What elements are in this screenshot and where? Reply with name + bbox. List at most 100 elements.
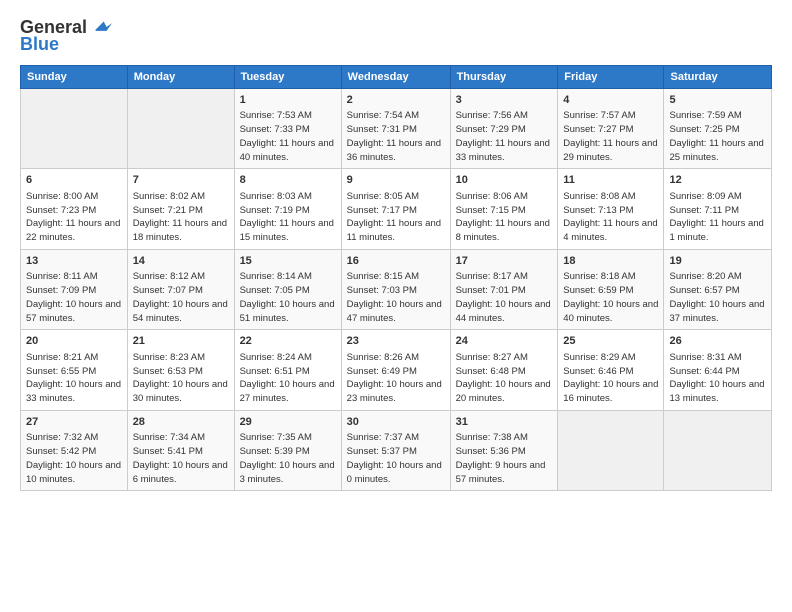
calendar-cell: 24Sunrise: 8:27 AMSunset: 6:48 PMDayligh… — [450, 330, 558, 410]
day-info: Sunrise: 8:02 AMSunset: 7:21 PMDaylight:… — [133, 190, 229, 245]
day-number: 2 — [347, 93, 445, 108]
day-number: 20 — [26, 334, 122, 349]
day-number: 4 — [563, 93, 658, 108]
weekday-header-friday: Friday — [558, 66, 664, 89]
day-number: 30 — [347, 415, 445, 430]
calendar-cell: 30Sunrise: 7:37 AMSunset: 5:37 PMDayligh… — [341, 410, 450, 490]
calendar-cell: 13Sunrise: 8:11 AMSunset: 7:09 PMDayligh… — [21, 249, 128, 329]
day-info: Sunrise: 8:08 AMSunset: 7:13 PMDaylight:… — [563, 190, 658, 245]
logo: General Blue — [20, 16, 112, 55]
day-number: 3 — [456, 93, 553, 108]
week-row-5: 27Sunrise: 7:32 AMSunset: 5:42 PMDayligh… — [21, 410, 772, 490]
day-number: 19 — [669, 254, 766, 269]
day-info: Sunrise: 8:06 AMSunset: 7:15 PMDaylight:… — [456, 190, 553, 245]
day-info: Sunrise: 7:34 AMSunset: 5:41 PMDaylight:… — [133, 431, 229, 486]
day-info: Sunrise: 8:09 AMSunset: 7:11 PMDaylight:… — [669, 190, 766, 245]
calendar-cell: 11 Sunrise: 8:08 AMSunset: 7:13 PMDayligh… — [558, 169, 664, 249]
day-info: Sunrise: 8:26 AMSunset: 6:49 PMDaylight:… — [347, 351, 445, 406]
calendar-table: SundayMondayTuesdayWednesdayThursdayFrid… — [20, 65, 772, 491]
day-info: Sunrise: 7:32 AMSunset: 5:42 PMDaylight:… — [26, 431, 122, 486]
calendar-cell: 16Sunrise: 8:15 AMSunset: 7:03 PMDayligh… — [341, 249, 450, 329]
day-info: Sunrise: 8:18 AMSunset: 6:59 PMDaylight:… — [563, 270, 658, 325]
day-number: 6 — [26, 173, 122, 188]
day-number: 29 — [240, 415, 336, 430]
day-info: Sunrise: 8:23 AMSunset: 6:53 PMDaylight:… — [133, 351, 229, 406]
day-info: Sunrise: 7:38 AMSunset: 5:36 PMDaylight:… — [456, 431, 553, 486]
day-info: Sunrise: 7:59 AMSunset: 7:25 PMDaylight:… — [669, 109, 766, 164]
calendar-cell: 3Sunrise: 7:56 AMSunset: 7:29 PMDaylight… — [450, 89, 558, 169]
calendar-cell: 12 Sunrise: 8:09 AMSunset: 7:11 PMDayligh… — [664, 169, 772, 249]
week-row-3: 13Sunrise: 8:11 AMSunset: 7:09 PMDayligh… — [21, 249, 772, 329]
day-number: 12 — [669, 173, 766, 188]
calendar-cell: 19Sunrise: 8:20 AMSunset: 6:57 PMDayligh… — [664, 249, 772, 329]
header: General Blue — [20, 16, 772, 55]
day-number: 18 — [563, 254, 658, 269]
day-info: Sunrise: 7:53 AMSunset: 7:33 PMDaylight:… — [240, 109, 336, 164]
day-number: 11 — [563, 173, 658, 188]
day-info: Sunrise: 8:12 AMSunset: 7:07 PMDaylight:… — [133, 270, 229, 325]
week-row-2: 6 Sunrise: 8:00 AMSunset: 7:23 PMDaylight… — [21, 169, 772, 249]
calendar-cell: 7 Sunrise: 8:02 AMSunset: 7:21 PMDaylight… — [127, 169, 234, 249]
weekday-header-sunday: Sunday — [21, 66, 128, 89]
day-number: 13 — [26, 254, 122, 269]
weekday-header-row: SundayMondayTuesdayWednesdayThursdayFrid… — [21, 66, 772, 89]
day-number: 26 — [669, 334, 766, 349]
weekday-header-tuesday: Tuesday — [234, 66, 341, 89]
calendar-cell: 4Sunrise: 7:57 AMSunset: 7:27 PMDaylight… — [558, 89, 664, 169]
calendar-cell: 1Sunrise: 7:53 AMSunset: 7:33 PMDaylight… — [234, 89, 341, 169]
calendar-cell: 25Sunrise: 8:29 AMSunset: 6:46 PMDayligh… — [558, 330, 664, 410]
day-number: 10 — [456, 173, 553, 188]
day-info: Sunrise: 8:03 AMSunset: 7:19 PMDaylight:… — [240, 190, 336, 245]
day-info: Sunrise: 7:57 AMSunset: 7:27 PMDaylight:… — [563, 109, 658, 164]
weekday-header-saturday: Saturday — [664, 66, 772, 89]
calendar-cell: 31Sunrise: 7:38 AMSunset: 5:36 PMDayligh… — [450, 410, 558, 490]
calendar-cell: 6 Sunrise: 8:00 AMSunset: 7:23 PMDaylight… — [21, 169, 128, 249]
calendar-cell: 22Sunrise: 8:24 AMSunset: 6:51 PMDayligh… — [234, 330, 341, 410]
calendar-cell: 27Sunrise: 7:32 AMSunset: 5:42 PMDayligh… — [21, 410, 128, 490]
calendar-cell: 5Sunrise: 7:59 AMSunset: 7:25 PMDaylight… — [664, 89, 772, 169]
calendar-cell: 9Sunrise: 8:05 AMSunset: 7:17 PMDaylight… — [341, 169, 450, 249]
day-number: 7 — [133, 173, 229, 188]
day-number: 1 — [240, 93, 336, 108]
calendar-cell — [21, 89, 128, 169]
calendar-cell — [664, 410, 772, 490]
day-info: Sunrise: 8:15 AMSunset: 7:03 PMDaylight:… — [347, 270, 445, 325]
day-info: Sunrise: 8:05 AMSunset: 7:17 PMDaylight:… — [347, 190, 445, 245]
day-number: 16 — [347, 254, 445, 269]
day-number: 15 — [240, 254, 336, 269]
calendar-cell: 14Sunrise: 8:12 AMSunset: 7:07 PMDayligh… — [127, 249, 234, 329]
logo-bird-icon — [90, 16, 112, 38]
week-row-4: 20 Sunrise: 8:21 AMSunset: 6:55 PMDayligh… — [21, 330, 772, 410]
day-info: Sunrise: 8:11 AMSunset: 7:09 PMDaylight:… — [26, 270, 122, 325]
day-info: Sunrise: 8:21 AMSunset: 6:55 PMDaylight:… — [26, 351, 122, 406]
day-number: 14 — [133, 254, 229, 269]
calendar-cell: 21 Sunrise: 8:23 AMSunset: 6:53 PMDayligh… — [127, 330, 234, 410]
calendar-cell: 29Sunrise: 7:35 AMSunset: 5:39 PMDayligh… — [234, 410, 341, 490]
day-info: Sunrise: 8:14 AMSunset: 7:05 PMDaylight:… — [240, 270, 336, 325]
calendar-body: 1Sunrise: 7:53 AMSunset: 7:33 PMDaylight… — [21, 89, 772, 491]
day-info: Sunrise: 8:24 AMSunset: 6:51 PMDaylight:… — [240, 351, 336, 406]
weekday-header-monday: Monday — [127, 66, 234, 89]
calendar-cell: 20 Sunrise: 8:21 AMSunset: 6:55 PMDayligh… — [21, 330, 128, 410]
calendar-cell — [127, 89, 234, 169]
day-number: 21 — [133, 334, 229, 349]
calendar-cell: 28Sunrise: 7:34 AMSunset: 5:41 PMDayligh… — [127, 410, 234, 490]
day-number: 25 — [563, 334, 658, 349]
day-number: 23 — [347, 334, 445, 349]
weekday-header-wednesday: Wednesday — [341, 66, 450, 89]
logo-blue: Blue — [20, 34, 59, 55]
calendar-cell — [558, 410, 664, 490]
day-info: Sunrise: 8:27 AMSunset: 6:48 PMDaylight:… — [456, 351, 553, 406]
calendar-cell: 26Sunrise: 8:31 AMSunset: 6:44 PMDayligh… — [664, 330, 772, 410]
calendar-cell: 15Sunrise: 8:14 AMSunset: 7:05 PMDayligh… — [234, 249, 341, 329]
day-info: Sunrise: 7:56 AMSunset: 7:29 PMDaylight:… — [456, 109, 553, 164]
calendar-cell: 23 Sunrise: 8:26 AMSunset: 6:49 PMDayligh… — [341, 330, 450, 410]
day-info: Sunrise: 8:00 AMSunset: 7:23 PMDaylight:… — [26, 190, 122, 245]
day-number: 28 — [133, 415, 229, 430]
day-info: Sunrise: 8:20 AMSunset: 6:57 PMDaylight:… — [669, 270, 766, 325]
calendar-cell: 17Sunrise: 8:17 AMSunset: 7:01 PMDayligh… — [450, 249, 558, 329]
day-number: 27 — [26, 415, 122, 430]
day-number: 8 — [240, 173, 336, 188]
day-info: Sunrise: 8:17 AMSunset: 7:01 PMDaylight:… — [456, 270, 553, 325]
day-info: Sunrise: 7:35 AMSunset: 5:39 PMDaylight:… — [240, 431, 336, 486]
